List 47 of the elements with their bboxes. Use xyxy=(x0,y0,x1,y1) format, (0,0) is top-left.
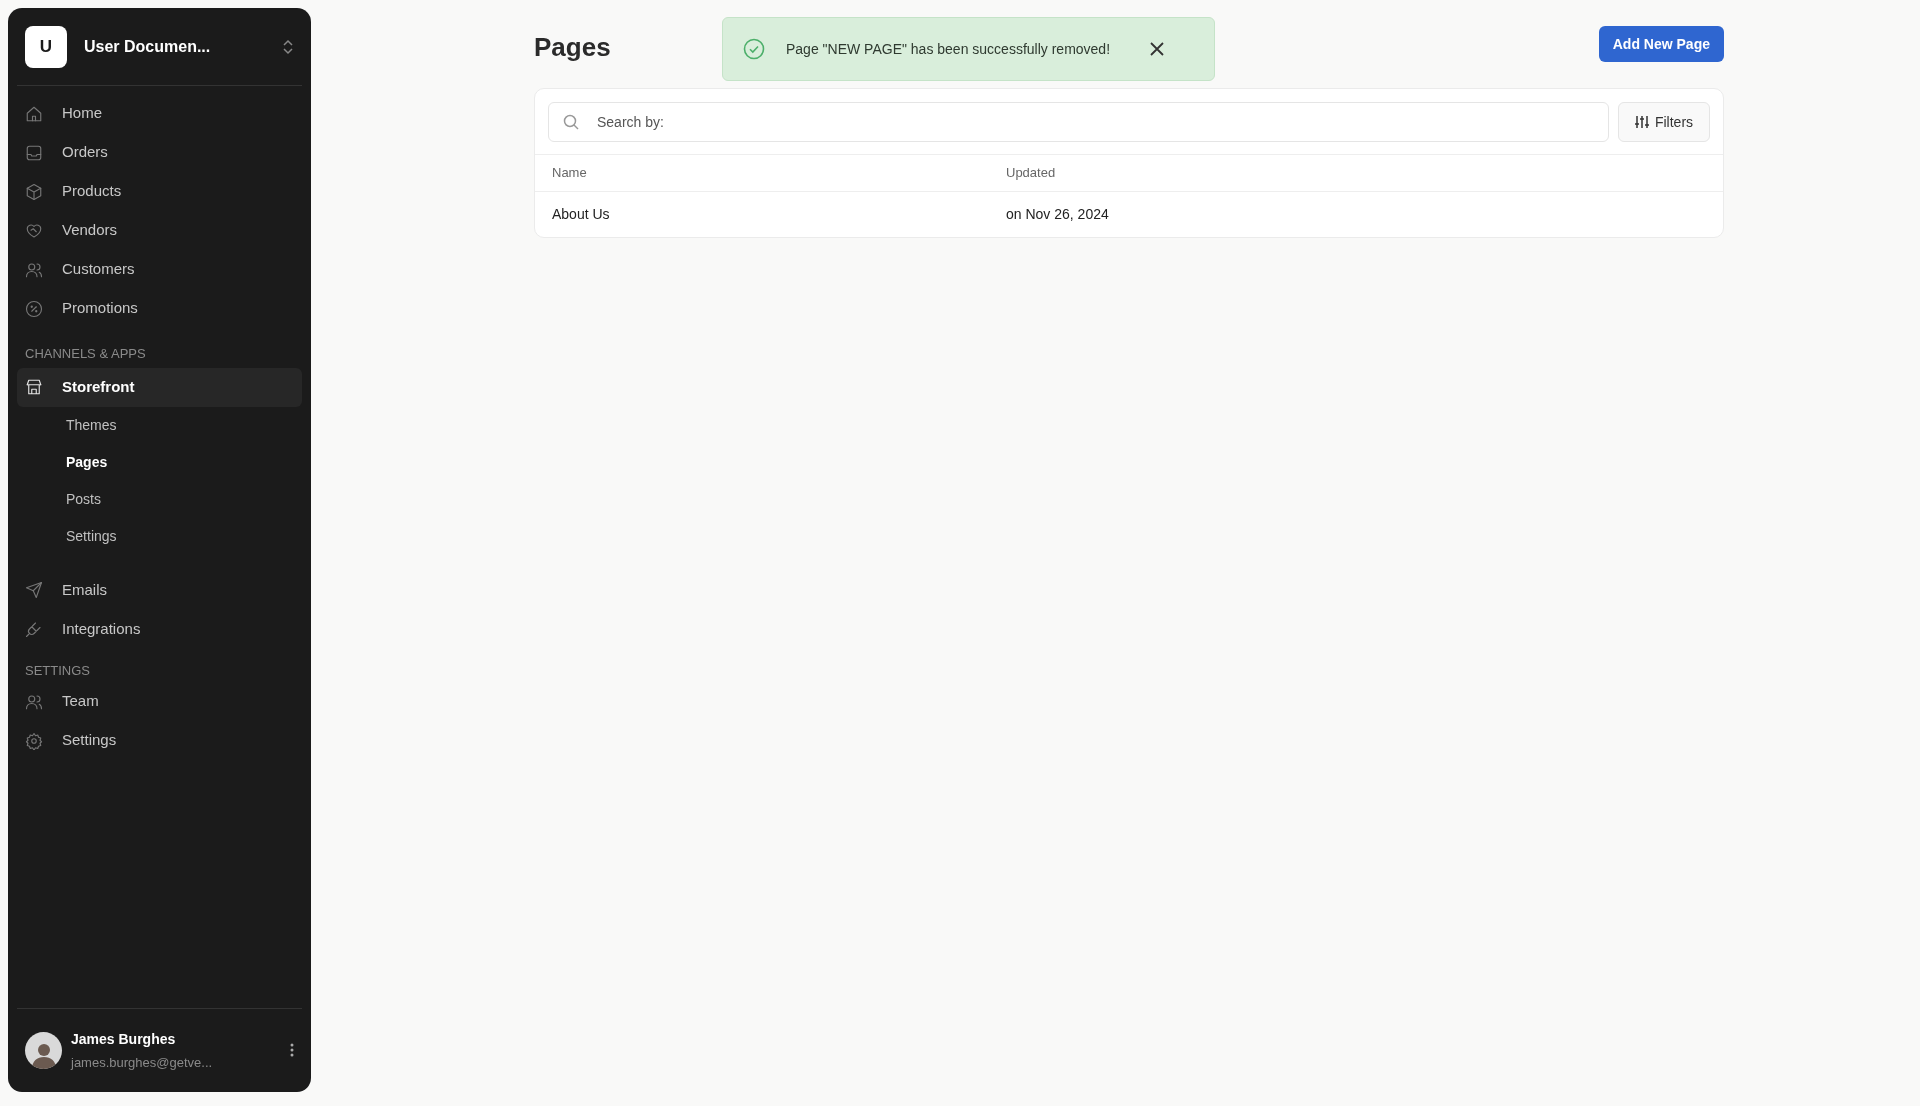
check-circle-icon xyxy=(743,38,765,60)
inbox-icon xyxy=(25,143,43,162)
filters-button[interactable]: Filters xyxy=(1618,102,1710,142)
close-icon[interactable] xyxy=(1150,42,1164,56)
send-icon xyxy=(25,581,43,599)
search-icon xyxy=(563,114,579,130)
workspace-logo: U xyxy=(25,25,67,68)
add-new-page-button[interactable]: Add New Page xyxy=(1598,26,1724,62)
sliders-icon xyxy=(1634,115,1649,129)
section-heading: CHANNELS & APPS xyxy=(24,345,147,363)
nav-item[interactable]: Vendors xyxy=(17,211,302,250)
sub-nav-item[interactable]: Pages xyxy=(17,443,302,481)
home-icon xyxy=(25,104,43,123)
toast-message: Page "NEW PAGE" has been successfully removed! xyxy=(786,39,1112,59)
column-header: Name xyxy=(551,164,588,183)
sub-nav-item[interactable]: Settings xyxy=(17,517,302,555)
users-icon xyxy=(25,692,43,711)
percent-badge-icon xyxy=(25,299,43,318)
nav-item[interactable]: Promotions xyxy=(17,289,302,328)
nav-item[interactable]: Storefront xyxy=(17,367,302,407)
sub-nav-item[interactable]: Posts xyxy=(17,480,302,518)
section-heading: SETTINGS xyxy=(24,661,91,680)
nav-item[interactable]: Integrations xyxy=(17,609,302,649)
column-header: Updated xyxy=(1005,164,1057,183)
users-icon xyxy=(25,260,43,279)
nav-item[interactable]: Team xyxy=(17,682,302,721)
table-cell-text: About Us xyxy=(551,205,611,224)
user-email: james.burghes@getve... xyxy=(71,1053,214,1072)
settings-icon xyxy=(25,731,43,750)
nav-item[interactable]: Orders xyxy=(17,133,302,172)
box-icon xyxy=(25,182,43,201)
nav-item[interactable]: Products xyxy=(17,172,302,211)
plug-icon xyxy=(25,620,43,638)
nav-item[interactable]: Settings xyxy=(17,721,302,760)
sub-nav-item[interactable]: Themes xyxy=(17,406,302,444)
nav-item[interactable]: Home xyxy=(17,94,302,133)
chevron-up-down-icon[interactable] xyxy=(282,38,294,55)
more-options-icon[interactable] xyxy=(290,1043,294,1058)
avatar xyxy=(25,1031,62,1069)
user-name: James Burghes xyxy=(71,1029,177,1049)
search-field[interactable]: Search by: xyxy=(548,102,1609,142)
store-icon xyxy=(25,378,43,396)
nav-item[interactable]: Emails xyxy=(17,570,302,610)
page-title: Pages xyxy=(534,31,611,64)
nav-item[interactable]: Customers xyxy=(17,250,302,289)
table-cell-text: on Nov 26, 2024 xyxy=(1005,205,1110,224)
workspace-name[interactable]: User Documen... xyxy=(84,34,282,59)
